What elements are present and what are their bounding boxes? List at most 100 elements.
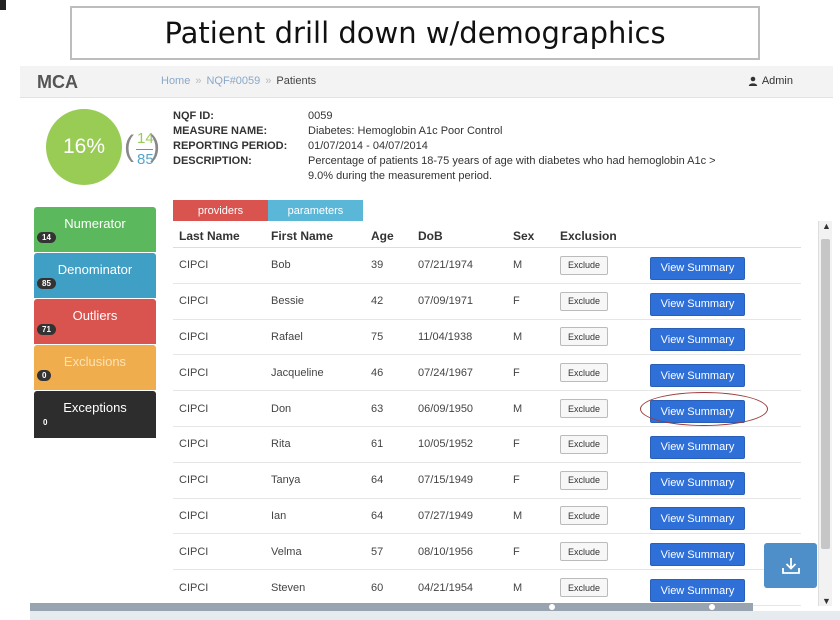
first-name-cell: Don [271,402,292,415]
progress-marker [709,604,715,610]
last-name-cell: CIPCI [179,366,209,379]
table-row: CIPCI Tanya 64 07/15/1949 F Exclude View Summa… [173,463,801,499]
vertical-scrollbar[interactable]: ▲ ▼ [818,221,832,606]
sex-cell: M [513,259,523,272]
table-row: CIPCI Don 63 06/09/1950 M Exclude View Summary [173,391,801,427]
column-header-age[interactable]: Age [371,229,418,243]
sex-cell: F [513,438,520,451]
dob-cell: 04/21/1954 [418,581,474,594]
view-summary-button[interactable]: View Summary [650,435,745,459]
age-cell: 63 [371,402,384,415]
score-fraction: ( 14 85 ) [124,130,160,170]
actions-cell: View Summary [650,433,800,459]
sidebar-item-label: Exclusions [63,354,127,369]
age-cell: 64 [371,509,384,522]
actions-cell: View Summary [650,469,800,495]
last-name-cell: CIPCI [179,295,209,308]
age-cell: 57 [371,545,384,558]
sidebar-item-exclusions[interactable]: Exclusions 0 [34,345,156,390]
slide-title: Patient drill down w/demographics [70,6,760,60]
count-badge: 14 [37,232,56,243]
exclude-button[interactable]: Exclude [560,578,608,598]
view-summary-button[interactable]: View Summary [650,507,745,531]
last-name-cell: CIPCI [179,581,209,594]
sidebar-item-numerator[interactable]: Numerator 14 [34,207,156,252]
age-cell: 61 [371,438,384,451]
first-name-cell: Rafael [271,330,303,343]
breadcrumb: Home » NQF#0059 » Patients [161,75,316,87]
top-bar: MCA Home » NQF#0059 » Patients Admin [20,66,833,98]
breadcrumb-measure[interactable]: NQF#0059 [206,75,260,87]
view-summary-button[interactable]: View Summary [650,364,745,388]
column-header-sex[interactable]: Sex [513,229,560,243]
exclusion-cell: Exclude [560,255,650,275]
exclude-button[interactable]: Exclude [560,542,608,562]
user-menu[interactable]: Admin [748,75,793,87]
exclusion-cell: Exclude [560,578,650,598]
column-header-last-name[interactable]: Last Name [173,229,271,243]
tab-parameters[interactable]: parameters [268,200,363,221]
brand-logo[interactable]: MCA [37,72,78,93]
view-summary-button[interactable]: View Summary [650,292,745,316]
column-header-dob[interactable]: DoB [418,229,513,243]
exclude-button[interactable]: Exclude [560,399,608,419]
download-button[interactable] [764,543,817,588]
dob-cell: 11/04/1938 [418,330,473,343]
exclusion-cell: Exclude [560,542,650,562]
scrollbar-thumb[interactable] [821,239,830,549]
exclude-button[interactable]: Exclude [560,434,608,454]
dob-cell: 07/21/1974 [418,259,474,272]
last-name-cell: CIPCI [179,438,209,451]
table-row: CIPCI Ian 64 07/27/1949 M Exclude View Summary [173,499,801,535]
population-sidebar: Numerator 14 Denominator 85 Outliers 71 … [34,207,156,439]
table-row: CIPCI Bob 39 07/21/1974 M Exclude View Summary [173,248,801,284]
table-row: CIPCI Bessie 42 07/09/1971 F Exclude View Summ… [173,284,801,320]
sex-cell: M [513,509,523,522]
sidebar-item-outliers[interactable]: Outliers 71 [34,299,156,344]
sidebar-item-label: Exceptions [63,400,127,415]
exclude-button[interactable]: Exclude [560,470,608,490]
progress-marker [549,604,555,610]
exclude-button[interactable]: Exclude [560,506,608,526]
sex-cell: F [513,545,520,558]
actions-cell: View Summary [650,254,800,280]
sex-cell: M [513,330,523,343]
dob-cell: 08/10/1956 [418,545,474,558]
count-badge: 85 [37,278,56,289]
column-header-first-name[interactable]: First Name [271,229,371,243]
column-header-exclusion[interactable]: Exclusion [560,229,650,243]
sidebar-item-denominator[interactable]: Denominator 85 [34,253,156,298]
sidebar-item-exceptions[interactable]: Exceptions 0 [34,391,156,438]
view-summary-button[interactable]: View Summary [650,256,745,280]
download-icon [781,557,800,574]
view-summary-button[interactable]: View Summary [650,579,745,603]
exclude-button[interactable]: Exclude [560,363,608,383]
dob-cell: 07/15/1949 [418,474,474,487]
view-summary-button[interactable]: View Summary [650,328,745,352]
description-value: Percentage of patients 18-75 years of ag… [308,155,716,182]
actions-cell: View Summary [650,290,800,316]
breadcrumb-home[interactable]: Home [161,75,190,87]
dob-cell: 07/09/1971 [418,295,474,308]
paren-right: ) [150,130,160,163]
actions-cell: View Summary [650,361,800,388]
description-label: DESCRIPTION: [173,155,252,167]
last-name-cell: CIPCI [179,509,209,522]
view-summary-button[interactable]: View Summary [650,543,745,567]
exclude-button[interactable]: Exclude [560,291,608,311]
breadcrumb-separator: » [195,75,202,87]
actions-cell: View Summary [650,504,800,531]
exclude-button[interactable]: Exclude [560,327,608,347]
sex-cell: M [513,581,523,594]
exclude-button[interactable]: Exclude [560,255,608,275]
patients-table: Last Name First Name Age DoB Sex Exclusi… [173,224,801,606]
chevron-up-icon[interactable]: ▲ [822,221,831,231]
app-window: MCA Home » NQF#0059 » Patients Admin 16% ( 1… [20,66,833,606]
reporting-period-label: REPORTING PERIOD: [173,140,288,152]
age-cell: 42 [371,295,384,308]
tab-providers[interactable]: providers [173,200,268,221]
chevron-down-icon[interactable]: ▼ [822,596,831,606]
age-cell: 46 [371,366,384,379]
view-summary-button[interactable]: View Summary [650,471,745,495]
first-name-cell: Steven [271,581,306,594]
